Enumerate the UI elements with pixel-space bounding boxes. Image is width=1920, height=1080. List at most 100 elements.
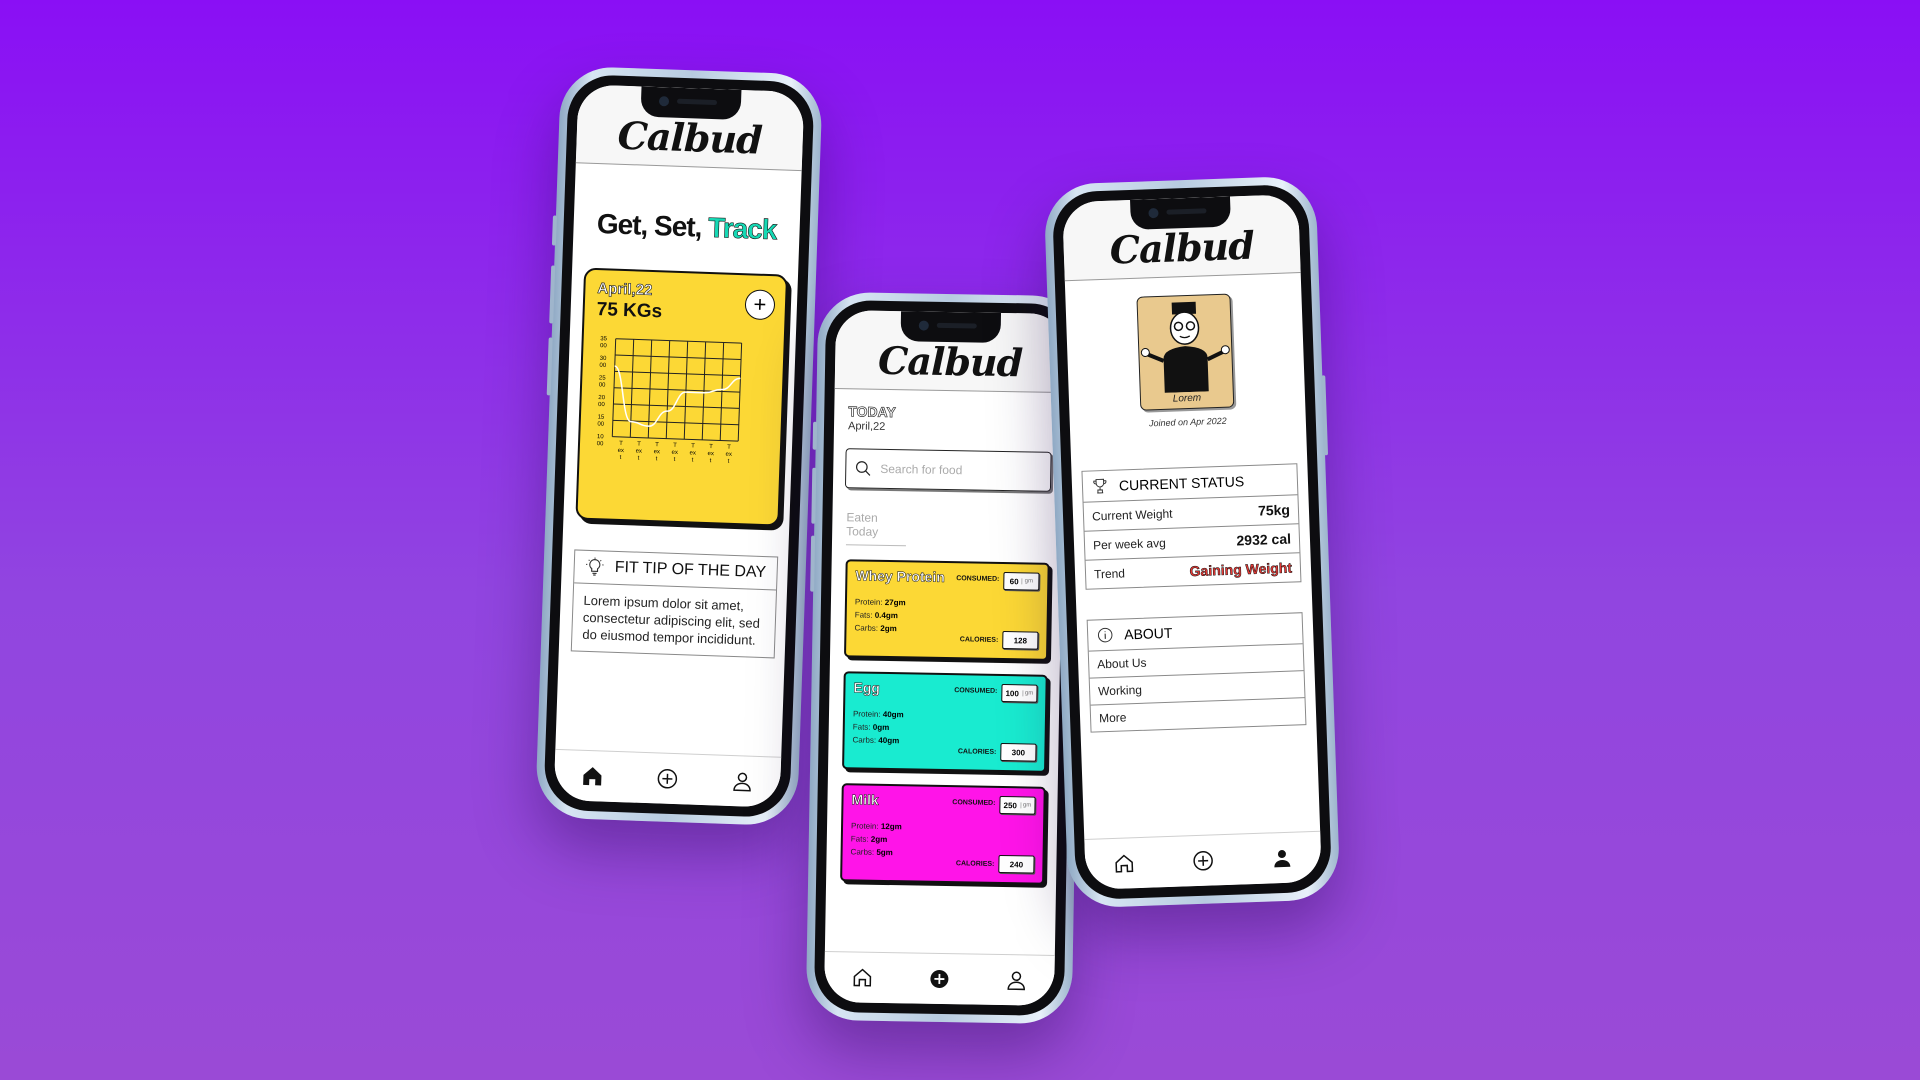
current-status-title: CURRENT STATUS [1118, 473, 1245, 494]
carbs-value: 5gm [876, 847, 893, 858]
x-tick-label: T [637, 442, 641, 448]
y-tick-label: 35 [600, 336, 608, 342]
x-tick-sub: ex [636, 448, 643, 454]
food-card[interactable]: Milk Protein: 12gm Fats: 2gm Carbs: 5gm … [840, 783, 1046, 885]
x-tick-label: T [619, 441, 623, 447]
x-tick-sub2: t [656, 456, 658, 462]
bottom-tab-bar [553, 748, 782, 808]
x-tick-label: T [673, 443, 677, 449]
weight-chart: 350030002500200015001000 TextTextTextTex… [597, 336, 743, 465]
search-food-input[interactable]: Search for food [844, 448, 1052, 492]
consumed-label: CONSUMED: [952, 799, 996, 807]
phone-food-log: Calbud TODAY April,22 Search for food Ea… [805, 291, 1085, 1025]
macro-label: Protein: [852, 709, 881, 719]
status-label: Current Weight [1091, 506, 1173, 524]
grid-line [613, 403, 740, 409]
consumed-value: 100 [1005, 688, 1019, 698]
protein-value: 27gm [884, 597, 906, 608]
about-title: ABOUT [1123, 624, 1173, 643]
home-screen: Calbud Get, Set, Track April,22 75 KGs +… [553, 84, 805, 808]
volume-up-button [811, 467, 817, 524]
current-status-card: CURRENT STATUS Current Weight 75kg Per w… [1081, 463, 1302, 590]
y-tick-label: 25 [599, 375, 607, 381]
home-icon[interactable] [1112, 851, 1137, 876]
y-tick-suffix: 00 [597, 441, 605, 447]
app-logo: Calbud [877, 337, 1023, 386]
food-card[interactable]: Egg Protein: 40gm Fats: 0gm Carbs: 40gm … [842, 671, 1048, 773]
consumed-value: 60 [1009, 576, 1019, 586]
consumed-value: 250 [1003, 800, 1018, 810]
home-icon[interactable] [580, 764, 605, 789]
unit-label: gm [1021, 578, 1034, 585]
status-label: Per week avg [1092, 535, 1166, 553]
status-label: Trend [1093, 566, 1126, 582]
carbs-value: 40gm [878, 735, 900, 746]
hero-prefix: Get, Set, [596, 208, 709, 243]
avatar[interactable]: Lorem [1136, 293, 1235, 411]
y-tick-suffix: 00 [598, 402, 606, 408]
fats-value: 0gm [872, 722, 890, 733]
x-tick-sub2: t [710, 458, 712, 464]
consumed-input[interactable]: 250 gm [999, 795, 1036, 815]
x-tick-label: T [691, 443, 695, 449]
macro-label: Fats: [850, 834, 869, 844]
add-circle-icon[interactable] [655, 766, 680, 791]
x-tick-sub2: t [620, 455, 622, 461]
home-icon[interactable] [851, 965, 875, 989]
today-date: April,22 [847, 420, 886, 433]
consumed-input[interactable]: 100 gm [1001, 683, 1038, 703]
x-tick-sub: ex [689, 450, 696, 456]
notch [1130, 196, 1232, 230]
bottom-tab-bar [823, 950, 1055, 1006]
macro-label: Protein: [850, 821, 879, 831]
weight-card[interactable]: April,22 75 KGs + 35 00 30 00 25 00 20 00 15 00 10… [575, 267, 789, 527]
calories-label: CALORIES: [955, 860, 995, 868]
unit-label: gm [1019, 802, 1032, 809]
y-tick-suffix: 00 [597, 422, 605, 428]
x-tick-sub: ex [671, 450, 678, 456]
consumed-input[interactable]: 60 gm [1003, 572, 1040, 591]
eaten-today-label: Eaten Today [845, 510, 907, 547]
x-tick-sub2: t [692, 457, 694, 463]
unit-label: gm [1021, 690, 1034, 697]
macro-label: Carbs: [852, 735, 877, 745]
calories-value: 240 [998, 854, 1035, 874]
x-tick-sub: ex [653, 449, 660, 455]
calories-label: CALORIES: [959, 636, 999, 644]
bottom-tab-bar [1084, 830, 1322, 890]
x-tick-label: T [655, 442, 659, 448]
calories-value: 300 [1000, 742, 1037, 762]
calories-label: CALORIES: [957, 748, 997, 756]
profile-icon[interactable] [1004, 968, 1028, 992]
phone-profile: Calbud Lorem Joined on Apr 2022 CURRENT … [1043, 175, 1341, 909]
food-card[interactable]: Whey Protein Protein: 27gm Fats: 0.4gm C… [843, 559, 1050, 661]
x-tick-sub2: t [638, 456, 640, 462]
avatar-name: Lorem [1172, 392, 1202, 405]
profile-icon[interactable] [730, 769, 755, 794]
fit-tip-body: Lorem ipsum dolor sit amet, consectetur … [582, 592, 761, 648]
profile-icon[interactable] [1269, 846, 1294, 871]
grid-line [615, 354, 742, 360]
add-circle-icon[interactable] [1191, 848, 1216, 873]
add-circle-icon[interactable] [927, 967, 951, 991]
x-tick-sub: ex [725, 452, 732, 458]
x-tick-label: T [709, 444, 713, 450]
profile-screen: Calbud Lorem Joined on Apr 2022 CURRENT … [1062, 194, 1322, 890]
carbs-value: 2gm [880, 623, 897, 634]
search-icon [855, 461, 871, 476]
x-tick-sub2: t [674, 457, 676, 463]
y-tick-label: 30 [600, 356, 608, 362]
macro-label: Carbs: [854, 623, 879, 633]
profile-avatar-section: Lorem Joined on Apr 2022 [1065, 291, 1305, 431]
y-tick-label: 10 [597, 434, 605, 440]
volume-up-button [549, 265, 556, 324]
food-list: Whey Protein Protein: 27gm Fats: 0.4gm C… [826, 559, 1062, 885]
app-logo: Calbud [1108, 222, 1255, 273]
macro-label: Fats: [852, 722, 871, 732]
lightbulb-icon [586, 557, 604, 576]
notch [900, 311, 1002, 343]
grid-line [612, 436, 739, 442]
avatar-illustration-icon [1140, 301, 1230, 393]
status-value: 2932 cal [1236, 530, 1292, 549]
fit-tip-card: FIT TIP OF THE DAY Lorem ipsum dolor sit… [570, 549, 779, 659]
